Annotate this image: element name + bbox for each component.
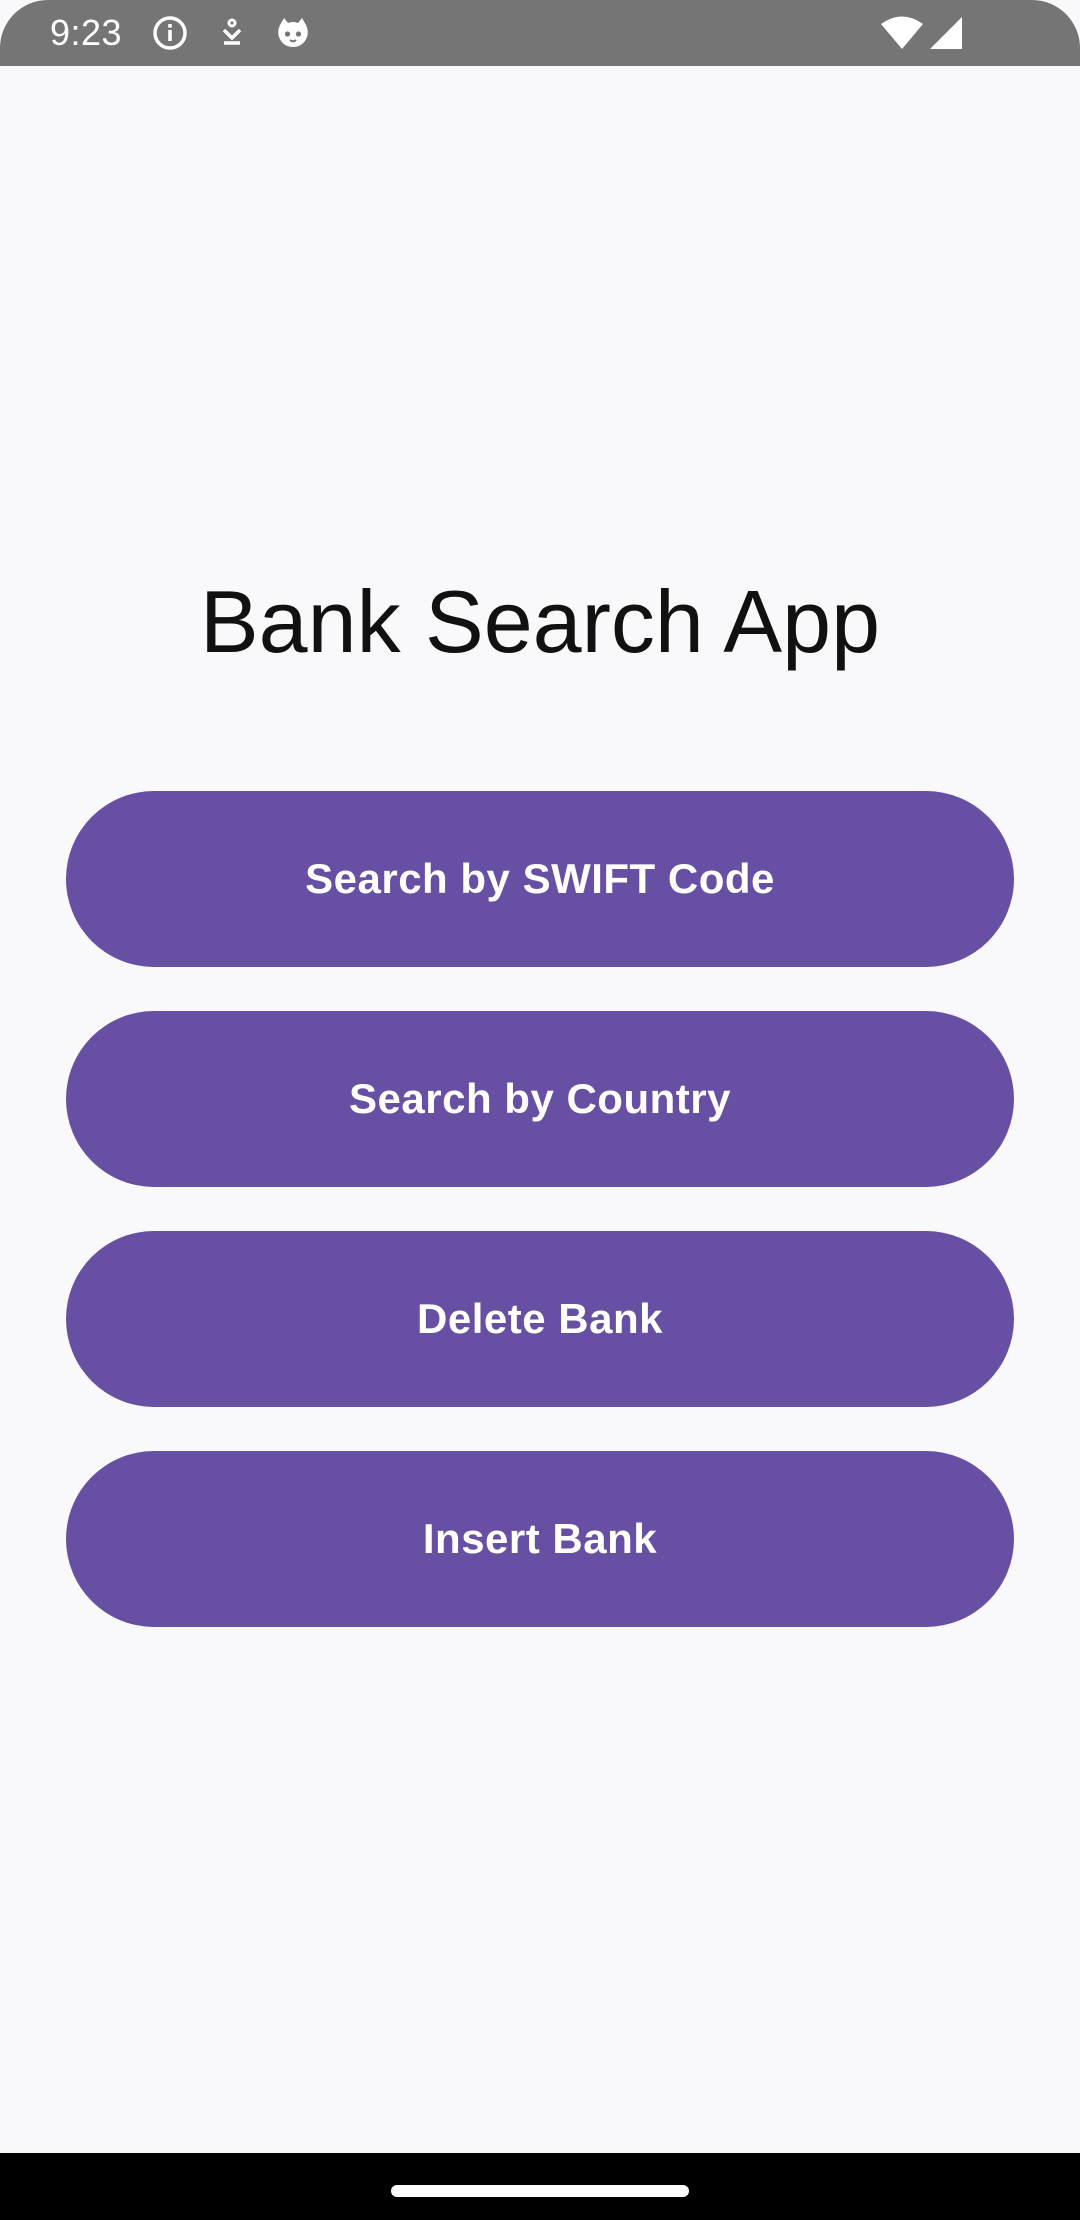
home-gesture-handle[interactable] (391, 2185, 689, 2197)
app-title: Bank Search App (199, 572, 881, 671)
navigation-bar (0, 2153, 1080, 2220)
main-content: Bank Search App Search by SWIFT Code Sea… (0, 66, 1080, 2153)
signal-icon (930, 17, 962, 49)
search-by-country-button[interactable]: Search by Country (66, 1011, 1014, 1187)
status-time: 9:23 (50, 12, 123, 53)
download-icon (222, 18, 242, 45)
insert-bank-button[interactable]: Insert Bank (66, 1451, 1014, 1627)
delete-bank-button[interactable]: Delete Bank (66, 1231, 1014, 1407)
search-by-swift-code-button[interactable]: Search by SWIFT Code (66, 791, 1014, 967)
status-bar: 9:23 (0, 0, 1080, 66)
info-icon (153, 16, 187, 50)
cat-face-icon (278, 18, 308, 47)
wifi-icon (881, 16, 923, 49)
device-screen: 9:23 Bank Search App Search by SWIFT Cod… (0, 0, 1080, 2220)
